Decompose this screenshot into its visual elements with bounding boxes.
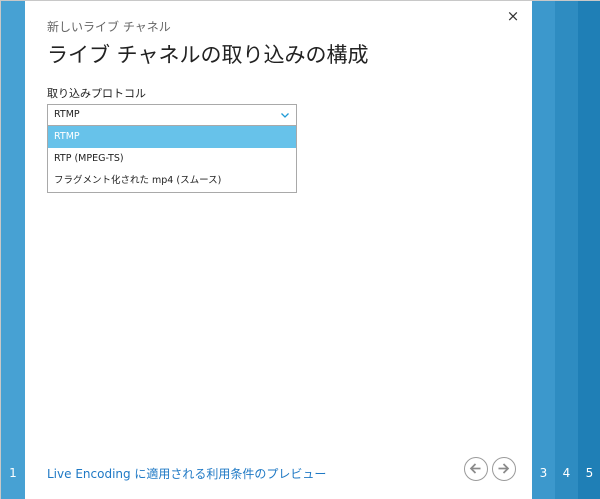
terms-preview-link[interactable]: Live Encoding に適用される利用条件のプレビュー: [47, 465, 326, 482]
step-number-4: 4: [562, 466, 571, 480]
step-number-1: 1: [9, 466, 17, 480]
step-number-3: 3: [539, 466, 548, 480]
wizard-step-5[interactable]: 5: [578, 1, 600, 499]
wizard-step-3[interactable]: 3: [532, 1, 555, 499]
page-title: ライブ チャネルの取り込みの構成: [47, 43, 369, 67]
protocol-option-rtmp[interactable]: RTMP: [48, 126, 296, 148]
protocol-option-smooth[interactable]: フラグメント化された mp4 (スムース): [48, 170, 296, 192]
next-button[interactable]: [492, 457, 516, 481]
wizard-remaining-steps: 3 4 5: [532, 1, 600, 499]
protocol-select[interactable]: RTMP: [47, 104, 297, 126]
chevron-down-icon: [281, 113, 289, 118]
wizard-dialog: 1 × 新しいライブ チャネル ライブ チャネルの取り込みの構成 取り込みプロト…: [0, 0, 600, 499]
wizard-step-4[interactable]: 4: [555, 1, 578, 499]
protocol-dropdown-list: RTMP RTP (MPEG-TS) フラグメント化された mp4 (スムース): [47, 126, 297, 193]
wizard-step-1[interactable]: 1: [1, 1, 25, 499]
protocol-label: 取り込みプロトコル: [47, 87, 146, 100]
previous-button[interactable]: [464, 457, 488, 481]
step-number-5: 5: [585, 466, 594, 480]
wizard-content: × 新しいライブ チャネル ライブ チャネルの取り込みの構成 取り込みプロトコル…: [25, 1, 532, 499]
close-icon[interactable]: ×: [506, 9, 520, 24]
protocol-option-rtp[interactable]: RTP (MPEG-TS): [48, 148, 296, 170]
protocol-select-value: RTMP: [54, 109, 80, 120]
arrow-left-icon: [469, 463, 481, 474]
wizard-subtitle: 新しいライブ チャネル: [47, 20, 171, 34]
arrow-right-icon: [498, 463, 510, 474]
